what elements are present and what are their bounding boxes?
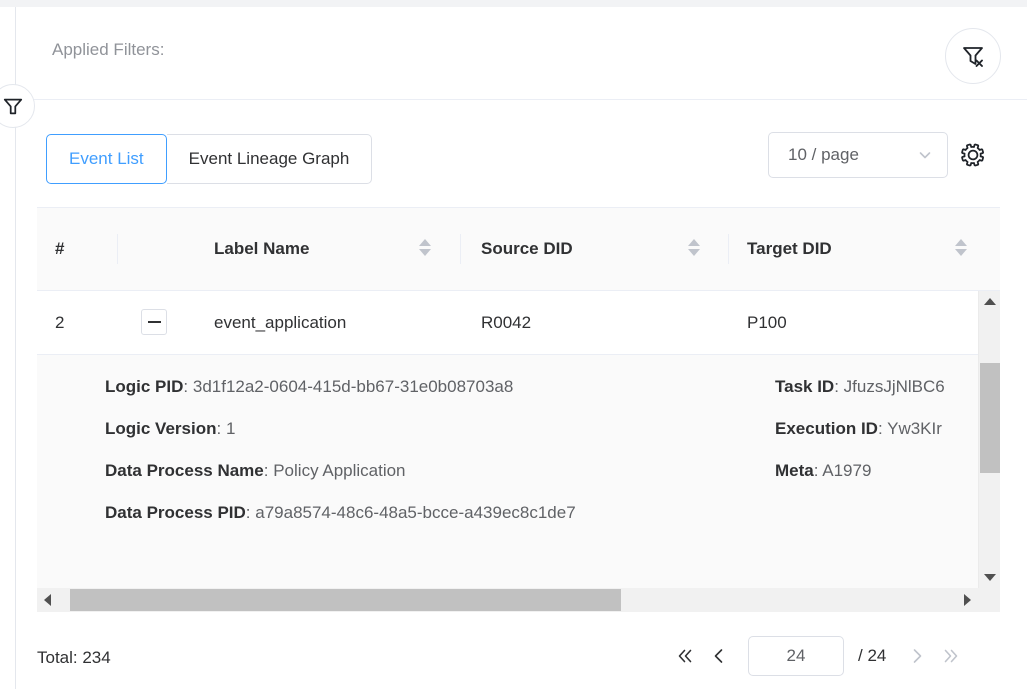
cell-index: 2	[55, 291, 64, 354]
applied-filters-bar: Applied Filters:	[16, 7, 1027, 100]
triangle-up-icon	[984, 298, 996, 305]
chevron-down-icon	[917, 147, 933, 163]
previous-page-button[interactable]	[702, 634, 736, 678]
page-number-value: 24	[787, 646, 806, 666]
triangle-left-icon	[44, 594, 51, 606]
table-horizontal-scrollbar[interactable]	[37, 588, 1000, 612]
page-total-label: / 24	[858, 646, 886, 666]
cell-source-did: R0042	[481, 291, 531, 354]
detail-meta: Meta: A1979	[775, 461, 945, 481]
filter-remove-icon	[960, 43, 986, 69]
sort-descending-icon	[688, 249, 700, 256]
detail-column-left: Logic PID: 3d1f12a2-0604-415d-bb67-31e0b…	[105, 377, 576, 545]
scroll-right-button[interactable]	[957, 588, 978, 611]
table-vertical-scrollbar[interactable]	[978, 291, 1000, 588]
page-number-input[interactable]: 24	[748, 636, 844, 676]
chevron-right-icon	[907, 646, 927, 666]
column-header-label-name[interactable]: Label Name	[214, 208, 309, 290]
detail-data-process-name: Data Process Name: Policy Application	[105, 461, 576, 481]
chevron-left-icon	[709, 646, 729, 666]
column-header-target-did[interactable]: Target DID	[747, 208, 832, 290]
header-divider	[728, 234, 729, 264]
clear-filters-button[interactable]	[945, 28, 1001, 84]
column-header-source-did[interactable]: Source DID	[481, 208, 573, 290]
last-page-button[interactable]	[934, 634, 968, 678]
total-count-label: Total: 234	[37, 648, 111, 668]
detail-data-process-pid: Data Process PID: a79a8574-48c6-48a5-bcc…	[105, 503, 576, 523]
window-top-strip	[0, 0, 1027, 7]
detail-logic-version: Logic Version: 1	[105, 419, 576, 439]
sort-ascending-icon	[688, 239, 700, 246]
filter-icon	[2, 95, 24, 117]
sort-ascending-icon	[955, 239, 967, 246]
cell-target-did: P100	[747, 291, 787, 354]
table-row[interactable]: 2 event_application R0042 P100	[37, 291, 1000, 355]
tab-event-list-label: Event List	[69, 149, 144, 169]
header-divider	[117, 234, 118, 264]
page-size-select[interactable]: 10 / page	[768, 132, 948, 178]
sort-descending-icon	[955, 249, 967, 256]
row-collapse-button[interactable]	[141, 309, 167, 335]
horizontal-scrollbar-thumb[interactable]	[70, 589, 621, 611]
detail-logic-pid: Logic PID: 3d1f12a2-0604-415d-bb67-31e0b…	[105, 377, 576, 397]
scroll-left-button[interactable]	[37, 588, 58, 611]
detail-execution-id: Execution ID: Yw3KIr	[775, 419, 945, 439]
table-settings-button[interactable]	[958, 140, 988, 170]
sort-descending-icon	[419, 249, 431, 256]
header-divider	[460, 234, 461, 264]
tab-event-lineage-graph[interactable]: Event Lineage Graph	[167, 134, 373, 184]
scrollbar-corner	[978, 588, 1000, 612]
pagination: 24 / 24	[668, 634, 968, 678]
triangle-down-icon	[984, 574, 996, 581]
applied-filters-label: Applied Filters:	[52, 40, 164, 60]
scroll-down-button[interactable]	[979, 567, 1000, 588]
table-header-row: # Label Name Source DID Target DID	[37, 208, 1000, 291]
page-size-value: 10 / page	[788, 145, 917, 165]
tab-event-lineage-graph-label: Event Lineage Graph	[189, 149, 350, 169]
event-table: # Label Name Source DID Target DID 2	[37, 207, 1000, 612]
minus-icon	[148, 321, 161, 323]
double-chevron-left-icon	[675, 646, 695, 666]
sort-toggle-target-did[interactable]	[955, 239, 967, 256]
total-pages-value: 24	[867, 646, 886, 665]
first-page-button[interactable]	[668, 634, 702, 678]
column-header-index: #	[55, 208, 64, 290]
page-separator: /	[858, 646, 863, 665]
triangle-right-icon	[964, 594, 971, 606]
view-tabs: Event List Event Lineage Graph	[46, 134, 372, 184]
tab-event-list[interactable]: Event List	[46, 134, 167, 184]
gear-icon	[959, 141, 987, 169]
detail-column-right: Task ID: JfuzsJjNlBC6 Execution ID: Yw3K…	[775, 377, 945, 503]
sort-toggle-source-did[interactable]	[688, 239, 700, 256]
double-chevron-right-icon	[941, 646, 961, 666]
next-page-button[interactable]	[900, 634, 934, 678]
row-detail-panel: Logic PID: 3d1f12a2-0604-415d-bb67-31e0b…	[37, 355, 1000, 593]
vertical-scrollbar-thumb[interactable]	[980, 363, 1000, 473]
scroll-up-button[interactable]	[979, 291, 1000, 312]
sort-toggle-label-name[interactable]	[419, 239, 431, 256]
detail-task-id: Task ID: JfuzsJjNlBC6	[775, 377, 945, 397]
cell-label-name: event_application	[214, 291, 346, 354]
sort-ascending-icon	[419, 239, 431, 246]
